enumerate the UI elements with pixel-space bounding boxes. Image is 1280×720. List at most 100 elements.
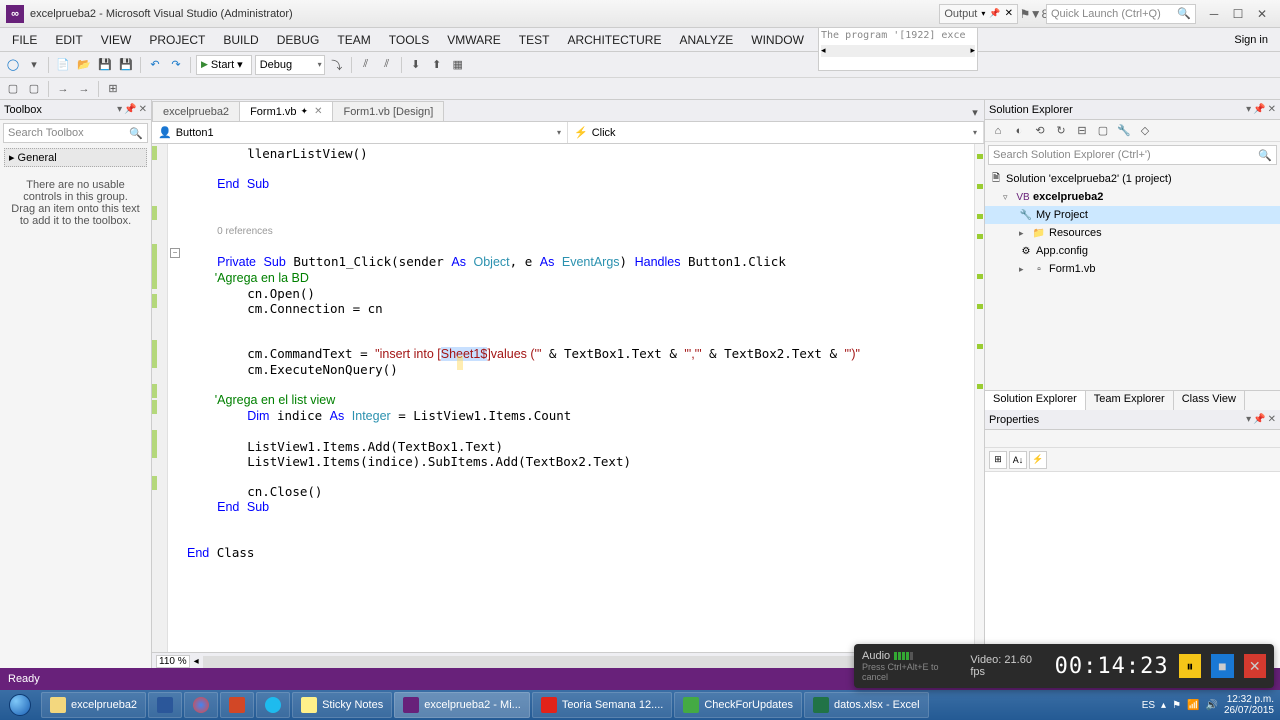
home-icon[interactable]: ⌂ <box>989 122 1007 140</box>
network-icon[interactable]: 📶 <box>1187 700 1199 711</box>
menu-edit[interactable]: EDIT <box>47 31 90 49</box>
menu-project[interactable]: PROJECT <box>141 31 213 49</box>
nav-icon[interactable]: ◐ <box>1010 122 1028 140</box>
lang-indicator[interactable]: ES <box>1142 700 1155 711</box>
save-button[interactable]: 💾 <box>96 56 114 74</box>
clock[interactable]: 12:32 p.m. 26/07/2015 <box>1224 694 1274 716</box>
pin-icon[interactable]: 📌 <box>989 8 1000 19</box>
expand-icon[interactable]: ▸ <box>1019 264 1029 275</box>
toolbox-search-input[interactable]: Search Toolbox 🔍 <box>3 123 148 143</box>
tool2-b[interactable]: ▢ <box>25 80 43 98</box>
cancel-button[interactable]: ✕ <box>1244 654 1266 678</box>
tree-myproject[interactable]: 🔧My Project <box>985 206 1280 224</box>
menu-team[interactable]: TEAM <box>329 31 378 49</box>
dropdown-icon[interactable]: ▾ <box>1246 414 1251 425</box>
task-powerpoint[interactable] <box>220 692 254 718</box>
task-visualstudio[interactable]: excelprueba2 - Mi... <box>394 692 530 718</box>
dropdown-icon[interactable]: ▾ <box>117 104 122 115</box>
feedback-icon[interactable]: ▼8 <box>1032 7 1046 21</box>
task-explorer[interactable]: excelprueba2 <box>41 692 146 718</box>
close-button[interactable]: ✕ <box>1250 5 1274 23</box>
categorized-icon[interactable]: ⊞ <box>989 451 1007 469</box>
close-icon[interactable]: ✕ <box>1268 104 1276 115</box>
output-dropdown[interactable]: Output ▾ 📌 ✕ <box>939 4 1018 24</box>
system-tray[interactable]: ES ▴ ⚑ 📶 🔊 12:32 p.m. 26/07/2015 <box>1142 694 1280 716</box>
overview-ruler[interactable] <box>974 144 984 652</box>
comment-button[interactable]: ⫽ <box>357 56 375 74</box>
tool2-d[interactable]: → <box>75 80 93 98</box>
minimize-button[interactable]: ─ <box>1202 5 1226 23</box>
tray-up-icon[interactable]: ▴ <box>1161 700 1166 711</box>
config-combo[interactable]: Debug <box>255 55 325 75</box>
dropdown-icon[interactable]: ▾ <box>1246 104 1251 115</box>
tree-solution[interactable]: 🗎Solution 'excelprueba2' (1 project) <box>985 170 1280 188</box>
menu-vmware[interactable]: VMWARE <box>439 31 509 49</box>
menu-architecture[interactable]: ARCHITECTURE <box>559 31 669 49</box>
method-combo[interactable]: ⚡Click <box>568 122 984 143</box>
nav-back-button[interactable]: ◯ <box>4 56 22 74</box>
task-excel[interactable]: datos.xlsx - Excel <box>804 692 929 718</box>
class-combo[interactable]: 👤Button1 <box>152 122 568 143</box>
menu-window[interactable]: WINDOW <box>743 31 812 49</box>
pin-icon[interactable]: 📌 <box>124 104 136 115</box>
open-button[interactable]: 📂 <box>75 56 93 74</box>
close-icon[interactable]: ✕ <box>314 106 322 117</box>
tab-solution-explorer[interactable]: Solution Explorer <box>985 391 1086 410</box>
menu-debug[interactable]: DEBUG <box>269 31 328 49</box>
undo-button[interactable]: ↶ <box>146 56 164 74</box>
task-word[interactable] <box>148 692 182 718</box>
tool-b[interactable]: ⬆ <box>428 56 446 74</box>
action-center-icon[interactable]: ⚑ <box>1172 700 1181 711</box>
props-icon[interactable]: 🔧 <box>1115 122 1133 140</box>
pause-button[interactable]: ⏸ <box>1179 654 1201 678</box>
menu-view[interactable]: VIEW <box>93 31 140 49</box>
tree-resources[interactable]: ▸📁Resources <box>985 224 1280 242</box>
tool-c[interactable]: ▦ <box>449 56 467 74</box>
alphabetical-icon[interactable]: A↓ <box>1009 451 1027 469</box>
tool-a[interactable]: ⬇ <box>407 56 425 74</box>
start-button[interactable] <box>0 690 40 720</box>
tab-form1-vb[interactable]: Form1.vb✦✕ <box>239 101 333 121</box>
expand-icon[interactable]: ▿ <box>1003 192 1013 203</box>
quick-launch-input[interactable]: Quick Launch (Ctrl+Q) 🔍 <box>1046 4 1196 24</box>
tab-excelprueba2[interactable]: excelprueba2 <box>152 101 240 121</box>
close-icon[interactable]: ✕ <box>139 104 147 115</box>
events-icon[interactable]: ⚡ <box>1029 451 1047 469</box>
close-icon[interactable]: ✕ <box>1005 8 1013 19</box>
menu-file[interactable]: FILE <box>4 31 45 49</box>
task-chrome[interactable] <box>184 692 218 718</box>
solution-search-input[interactable]: Search Solution Explorer (Ctrl+') 🔍 <box>988 145 1277 165</box>
menu-tools[interactable]: TOOLS <box>381 31 437 49</box>
tool2-a[interactable]: ▢ <box>4 80 22 98</box>
task-pdf[interactable]: Teoria Semana 12.... <box>532 692 673 718</box>
scrollbar[interactable]: ◂▸ <box>821 45 975 57</box>
sync-icon[interactable]: ⟲ <box>1031 122 1049 140</box>
task-ie[interactable] <box>256 692 290 718</box>
tool2-e[interactable]: ⊞ <box>104 80 122 98</box>
scroll-left-icon[interactable]: ◂ <box>194 656 199 667</box>
tab-team-explorer[interactable]: Team Explorer <box>1086 391 1174 410</box>
save-all-button[interactable]: 💾 <box>117 56 135 74</box>
tree-appconfig[interactable]: ⚙App.config <box>985 242 1280 260</box>
preview-icon[interactable]: ◇ <box>1136 122 1154 140</box>
new-project-button[interactable]: 📄 <box>54 56 72 74</box>
task-updates[interactable]: CheckForUpdates <box>674 692 802 718</box>
pin-icon[interactable]: 📌 <box>1253 414 1265 425</box>
start-debug-button[interactable]: Start ▾ <box>196 55 252 75</box>
nav-fwd-button[interactable]: ▾ <box>25 56 43 74</box>
stop-button[interactable]: ■ <box>1211 654 1233 678</box>
tool2-c[interactable]: → <box>54 80 72 98</box>
uncomment-button[interactable]: ⫽ <box>378 56 396 74</box>
toolbox-group-general[interactable]: ▸ General <box>4 148 147 167</box>
tree-form1[interactable]: ▸▫Form1.vb <box>985 260 1280 278</box>
volume-icon[interactable]: 🔊 <box>1205 700 1217 711</box>
code-editor[interactable]: − llenarListView() End Sub 0 references … <box>152 144 984 652</box>
menu-analyze[interactable]: ANALYZE <box>671 31 741 49</box>
step-button[interactable]: ⤵ <box>328 56 346 74</box>
tabs-dropdown-icon[interactable]: ▾ <box>966 103 984 121</box>
signin-link[interactable]: Sign in <box>1226 32 1276 48</box>
code-content[interactable]: llenarListView() End Sub 0 references Pr… <box>187 146 860 561</box>
pin-icon[interactable]: 📌 <box>1253 104 1265 115</box>
zoom-combo[interactable]: 110 % <box>156 655 190 668</box>
task-sticky[interactable]: Sticky Notes <box>292 692 392 718</box>
